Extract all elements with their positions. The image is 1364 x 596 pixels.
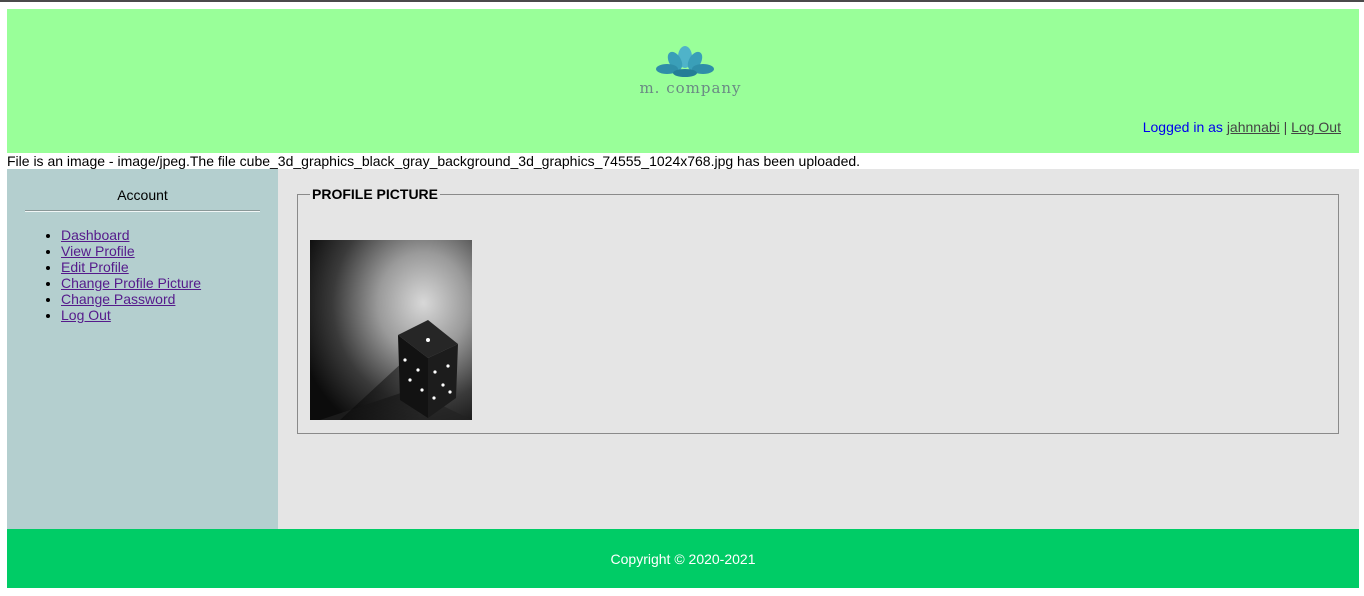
sidebar-title: Account: [117, 187, 168, 203]
upload-status-message: File is an image - image/jpeg.The file c…: [7, 153, 861, 169]
change-profile-picture-link[interactable]: Change Profile Picture: [61, 275, 201, 291]
site-footer: Copyright © 2020-2021: [7, 529, 1359, 588]
sidebar-item-change-password: Change Password: [61, 291, 201, 307]
sidebar-item-edit-profile: Edit Profile: [61, 259, 201, 275]
sidebar-nav: Dashboard View Profile Edit Profile Chan…: [21, 227, 201, 323]
sidebar-item-view-profile: View Profile: [61, 243, 201, 259]
sidebar-item-change-profile-picture: Change Profile Picture: [61, 275, 201, 291]
separator: |: [1283, 119, 1288, 135]
sidebar-item-dashboard: Dashboard: [61, 227, 201, 243]
top-border: [0, 0, 1364, 2]
sidebar-divider: [25, 210, 260, 212]
main-content: PROFILE PICTURE: [278, 169, 1359, 529]
view-profile-link[interactable]: View Profile: [61, 243, 135, 259]
sidebar: Account Dashboard View Profile Edit Prof…: [7, 169, 278, 529]
username-link[interactable]: jahnnabi: [1227, 119, 1280, 135]
dashboard-link[interactable]: Dashboard: [61, 227, 130, 243]
edit-profile-link[interactable]: Edit Profile: [61, 259, 129, 275]
header-logout-link[interactable]: Log Out: [1291, 119, 1341, 135]
logged-in-label: Logged in as: [1142, 119, 1223, 135]
site-header: m. company Logged in as jahnnabi | Log O…: [7, 9, 1359, 153]
copyright-text: Copyright © 2020-2021: [610, 551, 756, 567]
login-status: Logged in as jahnnabi | Log Out: [1143, 119, 1341, 135]
profile-picture-fieldset: PROFILE PICTURE: [297, 186, 1339, 434]
sidebar-item-log-out: Log Out: [61, 307, 201, 323]
profile-picture: [310, 240, 472, 420]
lotus-icon: [656, 46, 714, 77]
cube-image: [310, 240, 472, 420]
change-password-link[interactable]: Change Password: [61, 291, 175, 307]
brand-name: m. company: [639, 79, 742, 97]
sidebar-logout-link[interactable]: Log Out: [61, 307, 111, 323]
section-title: PROFILE PICTURE: [310, 186, 441, 202]
company-logo[interactable]: m. company: [623, 45, 758, 105]
